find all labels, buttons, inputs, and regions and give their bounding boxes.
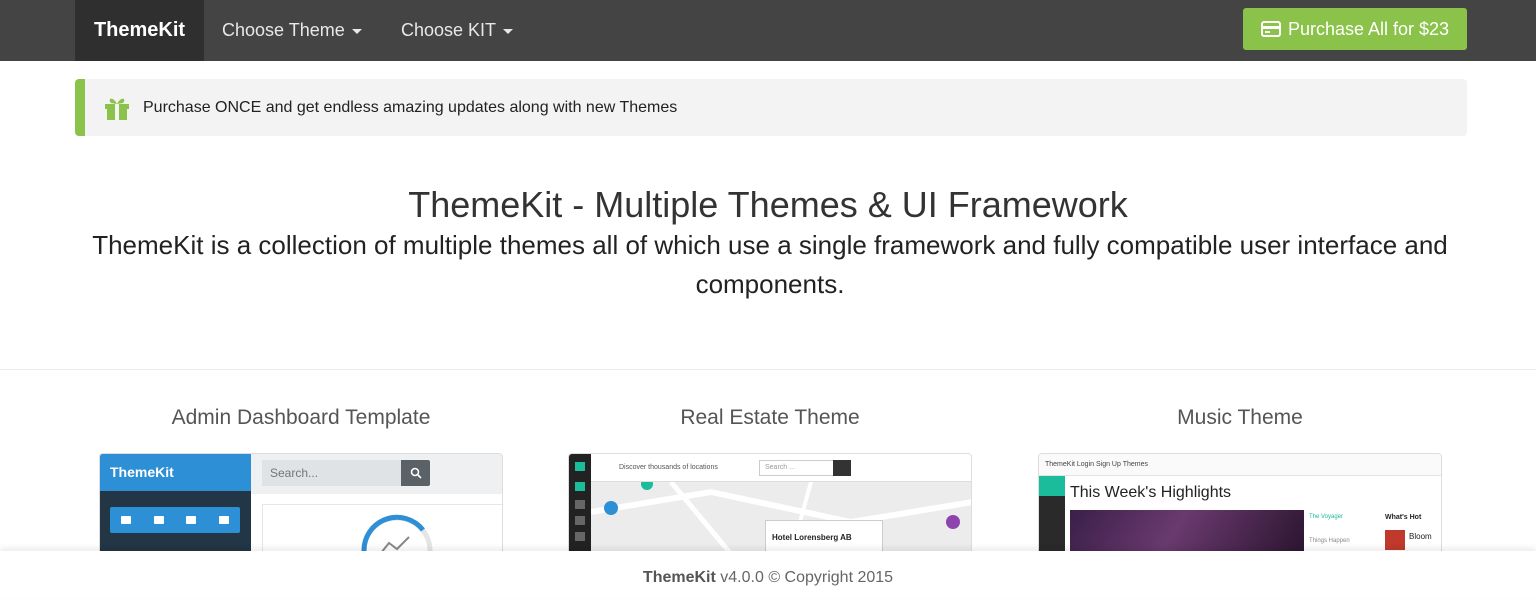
preview-heading: This Week's Highlights <box>1070 484 1232 501</box>
brand-logo[interactable]: ThemeKit <box>75 0 204 61</box>
envelope-icon <box>121 516 132 524</box>
theme-preview-music[interactable]: ThemeKit Login Sign Up Themes This Week'… <box>1038 453 1442 553</box>
home-icon <box>575 462 585 471</box>
purchase-all-button[interactable]: Purchase All for $23 <box>1243 8 1467 50</box>
preview-hot-item: Bloom <box>1409 532 1432 541</box>
preview-search-input <box>262 460 402 486</box>
menu-icon <box>575 532 585 541</box>
nav-choose-kit[interactable]: Choose KIT <box>401 0 514 61</box>
chart-ring-icon <box>361 514 433 553</box>
preview-icon-bar <box>110 507 240 533</box>
purchase-all-label: Purchase All for $23 <box>1287 18 1450 39</box>
theme-title-music[interactable]: Music Theme <box>1038 406 1442 430</box>
promo-alert: Purchase ONCE and get endless amazing up… <box>75 79 1467 136</box>
theme-preview-real-estate[interactable]: Discover thousands of locations Search .… <box>568 453 972 553</box>
preview-brand: ThemeKit <box>100 454 251 491</box>
users-icon <box>218 516 229 524</box>
pin-icon <box>575 482 585 491</box>
preview-map-card: Hotel Lorensberg AB <box>765 520 883 553</box>
preview-feature-image <box>1070 510 1304 553</box>
page-title: ThemeKit - Multiple Themes & UI Framewor… <box>408 184 1128 225</box>
nav-choose-theme-label: Choose Theme <box>222 20 345 40</box>
list-icon <box>186 516 197 524</box>
footer-copyright: v4.0.0 © Copyright 2015 <box>720 569 894 586</box>
theme-preview-admin[interactable]: ThemeKit <box>99 453 503 553</box>
theme-title-real-estate[interactable]: Real Estate Theme <box>568 406 972 430</box>
preview-track: The Voyager <box>1309 514 1344 520</box>
menu-icon <box>575 516 585 525</box>
top-navbar: ThemeKit Choose Theme Choose KIT Purchas… <box>0 0 1536 61</box>
search-icon <box>401 460 430 486</box>
preview-search-field: Search ... <box>759 460 835 476</box>
search-icon <box>833 460 851 476</box>
preview-track: Things Happen <box>1309 538 1350 544</box>
page-subtitle: ThemeKit is a collection of multiple the… <box>92 230 1448 299</box>
preview-stat-panel <box>262 504 502 553</box>
credit-card-icon <box>1260 21 1281 37</box>
promo-alert-text: Purchase ONCE and get endless amazing up… <box>143 98 678 116</box>
preview-track-list: The Voyager Things Happen <box>1309 510 1379 544</box>
preview-search-bar: Discover thousands of locations Search .… <box>591 454 971 482</box>
preview-nav: ThemeKit Login Sign Up Themes <box>1039 454 1441 476</box>
preview-search-hint: Discover thousands of locations <box>619 464 718 471</box>
lock-icon <box>153 516 164 524</box>
preview-sidebar <box>569 454 591 553</box>
nav-choose-theme[interactable]: Choose Theme <box>222 0 362 61</box>
caret-down-icon <box>351 28 362 34</box>
preview-sidebar-active <box>1039 476 1065 496</box>
caret-down-icon <box>503 28 514 34</box>
preview-hot-heading: What's Hot <box>1385 514 1422 521</box>
theme-title-admin[interactable]: Admin Dashboard Template <box>99 406 503 430</box>
gift-icon <box>103 95 133 121</box>
menu-icon <box>575 500 585 509</box>
footer-brand: ThemeKit <box>642 569 716 586</box>
nav-choose-kit-label: Choose KIT <box>401 20 497 40</box>
preview-album-art <box>1385 530 1405 550</box>
section-divider <box>0 369 1536 370</box>
page-footer: ThemeKit v4.0.0 © Copyright 2015 <box>0 551 1536 598</box>
